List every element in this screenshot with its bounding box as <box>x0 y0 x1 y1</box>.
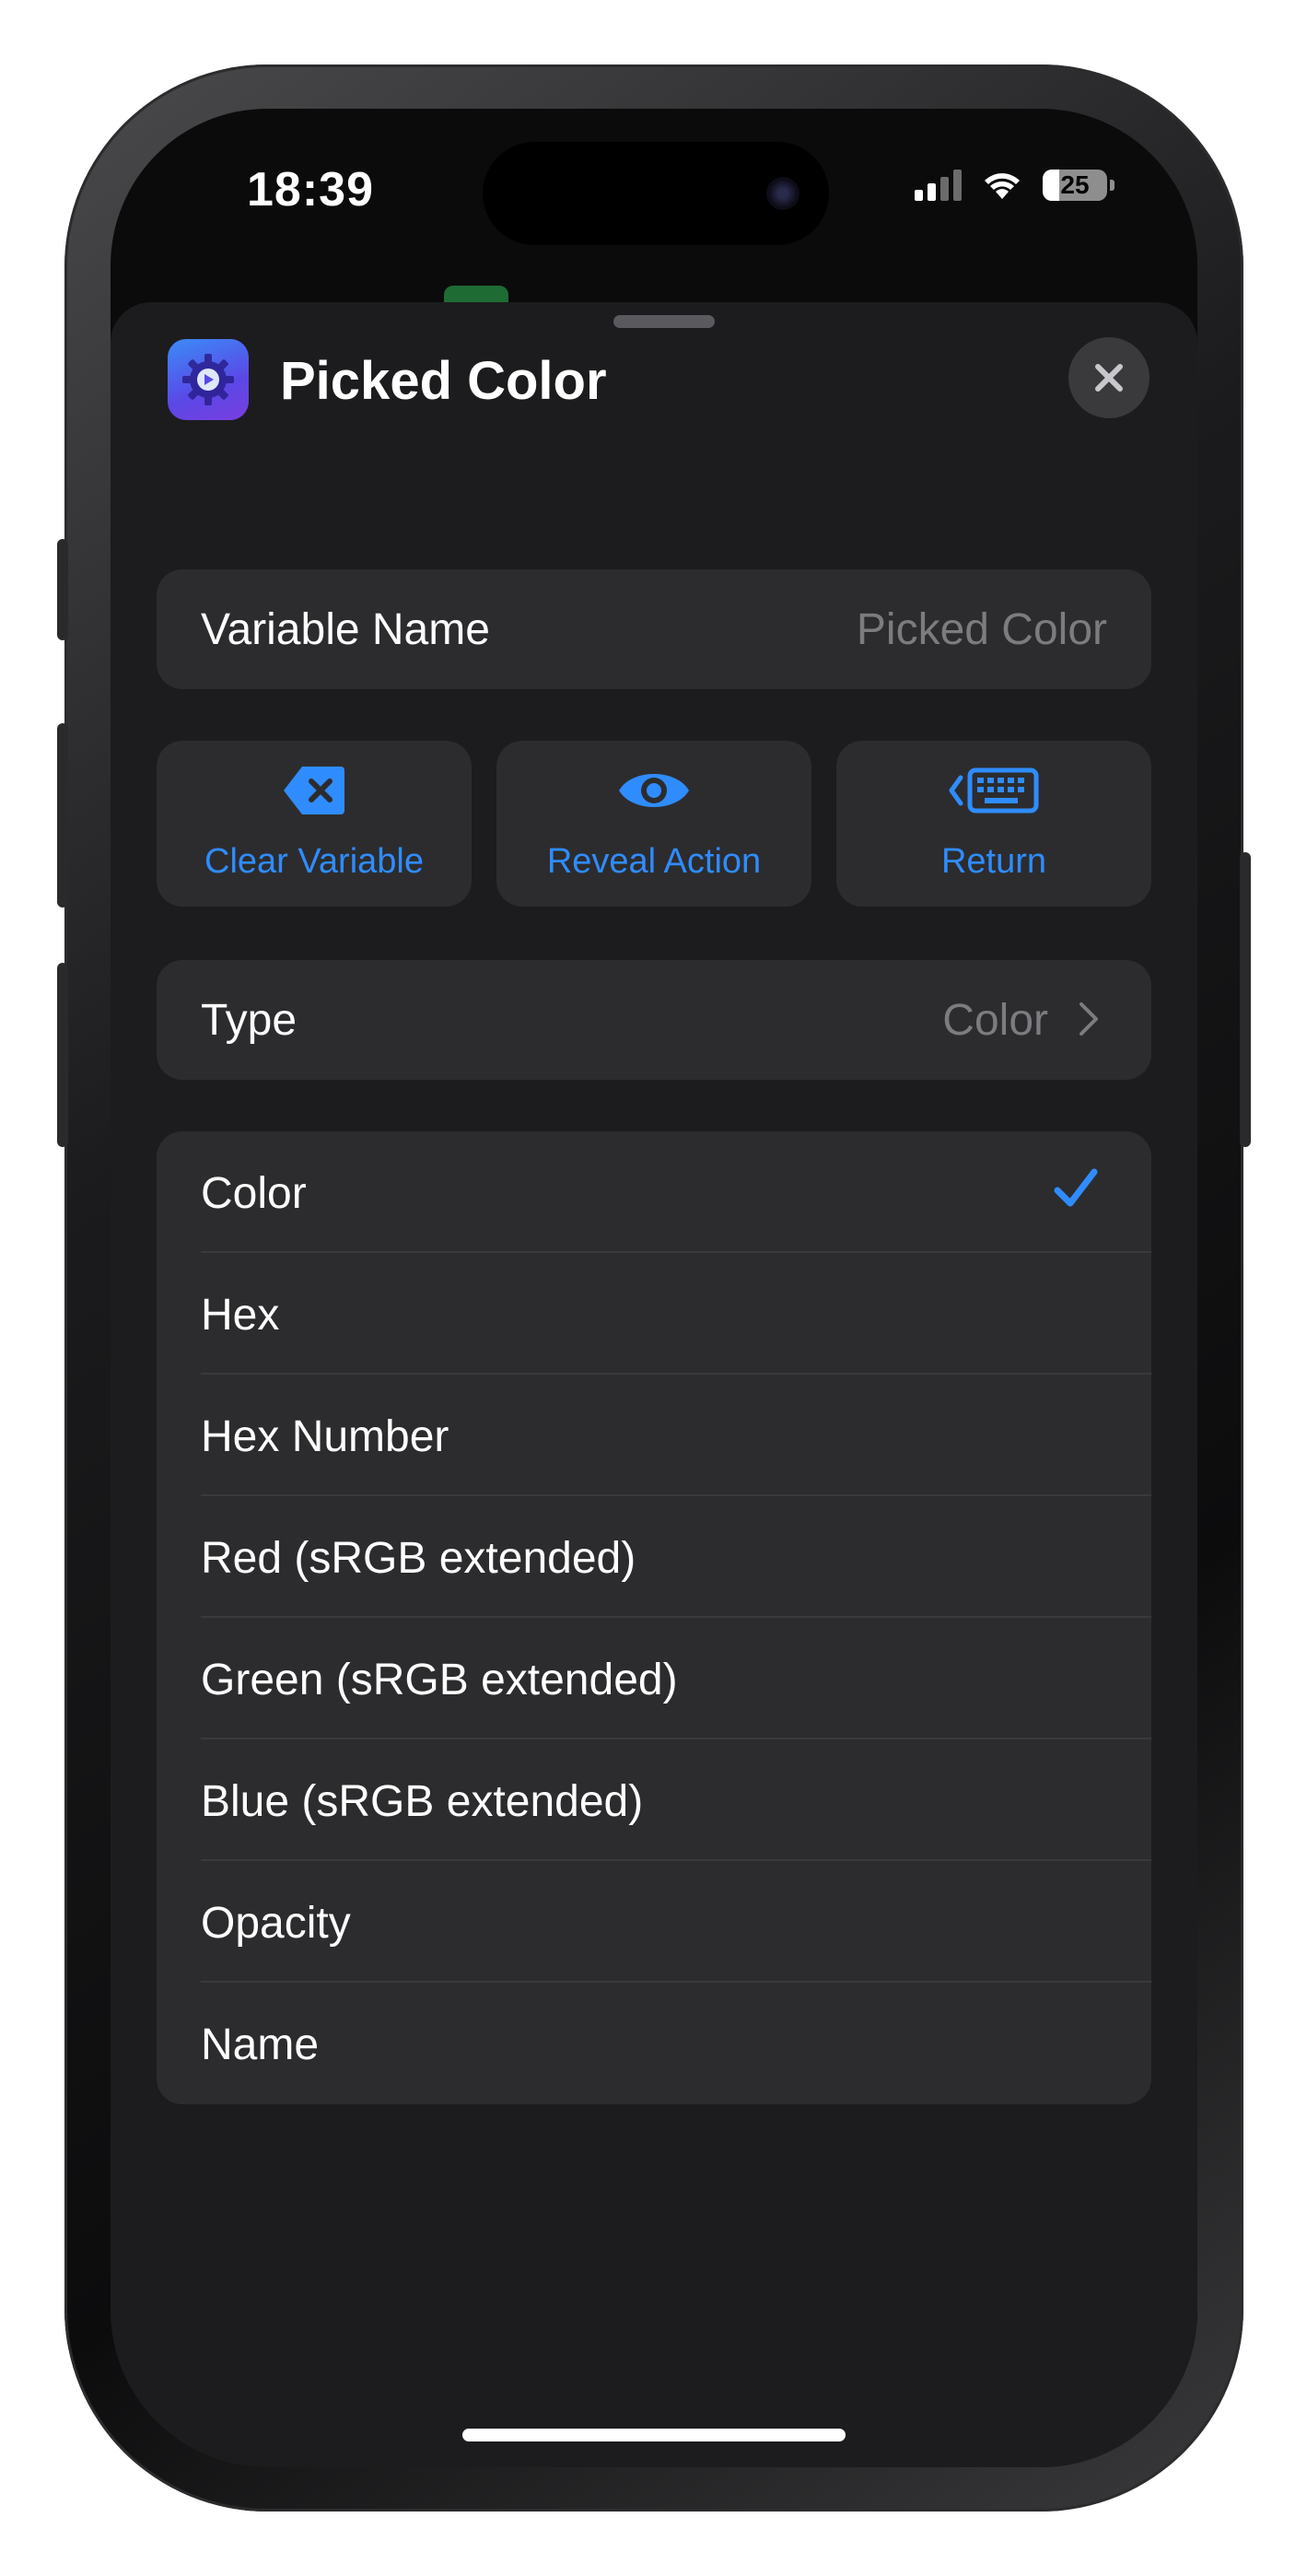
cellular-signal-icon <box>915 170 962 201</box>
delete-left-icon <box>284 767 344 814</box>
clear-variable-label: Clear Variable <box>204 842 424 881</box>
camera-lens-icon <box>766 177 799 210</box>
type-option-red[interactable]: Red (sRGB extended) <box>157 1496 1151 1618</box>
return-button[interactable]: Return <box>836 741 1151 907</box>
wifi-icon <box>985 173 1020 199</box>
dynamic-island <box>483 142 829 245</box>
battery-icon: 25 <box>1043 170 1107 201</box>
type-options-list: Color Hex Hex Number Red (sRGB extended)… <box>157 1131 1151 2104</box>
type-option-hex-number[interactable]: Hex Number <box>157 1375 1151 1496</box>
status-bar: 18:39 25 <box>111 109 1197 265</box>
type-option-name[interactable]: Name <box>157 1983 1151 2104</box>
close-icon <box>1095 364 1123 392</box>
home-indicator[interactable] <box>462 2429 846 2441</box>
volume-up-button <box>57 723 68 907</box>
type-option-green[interactable]: Green (sRGB extended) <box>157 1618 1151 1739</box>
chevron-right-icon <box>1079 1002 1098 1036</box>
screen: 18:39 25 Picked Color Variable Name Pick… <box>111 109 1197 2467</box>
sheet-header: Picked Color <box>168 337 1149 422</box>
keyboard-return-icon <box>949 767 1039 814</box>
variable-name-label: Variable Name <box>201 605 490 654</box>
clear-variable-button[interactable]: Clear Variable <box>157 741 472 907</box>
power-button <box>1240 852 1251 1147</box>
type-row[interactable]: Type Color <box>157 960 1151 1080</box>
type-option-color[interactable]: Color <box>157 1131 1151 1253</box>
close-button[interactable] <box>1068 337 1149 418</box>
checkmark-icon <box>1054 1168 1098 1207</box>
volume-down-button <box>57 963 68 1147</box>
reveal-action-button[interactable]: Reveal Action <box>496 741 811 907</box>
battery-level: 25 <box>1060 170 1090 199</box>
status-icons: 25 <box>915 170 1114 201</box>
sheet-title: Picked Color <box>280 351 607 411</box>
type-option-hex[interactable]: Hex <box>157 1253 1151 1375</box>
return-label: Return <box>940 842 1047 881</box>
status-time: 18:39 <box>247 163 374 217</box>
type-option-opacity[interactable]: Opacity <box>157 1861 1151 1983</box>
type-option-blue[interactable]: Blue (sRGB extended) <box>157 1739 1151 1861</box>
variable-sheet: Picked Color Variable Name Picked Color … <box>111 302 1197 2467</box>
shortcuts-gear-icon <box>168 339 249 420</box>
variable-name-input[interactable]: Picked Color <box>857 604 1107 655</box>
variable-name-field[interactable]: Variable Name Picked Color <box>157 569 1151 689</box>
reveal-action-label: Reveal Action <box>546 842 762 881</box>
eye-icon <box>619 774 689 807</box>
type-label: Type <box>201 996 298 1045</box>
type-value: Color <box>942 996 1048 1045</box>
sheet-grabber[interactable] <box>613 315 715 328</box>
action-button <box>57 539 68 640</box>
